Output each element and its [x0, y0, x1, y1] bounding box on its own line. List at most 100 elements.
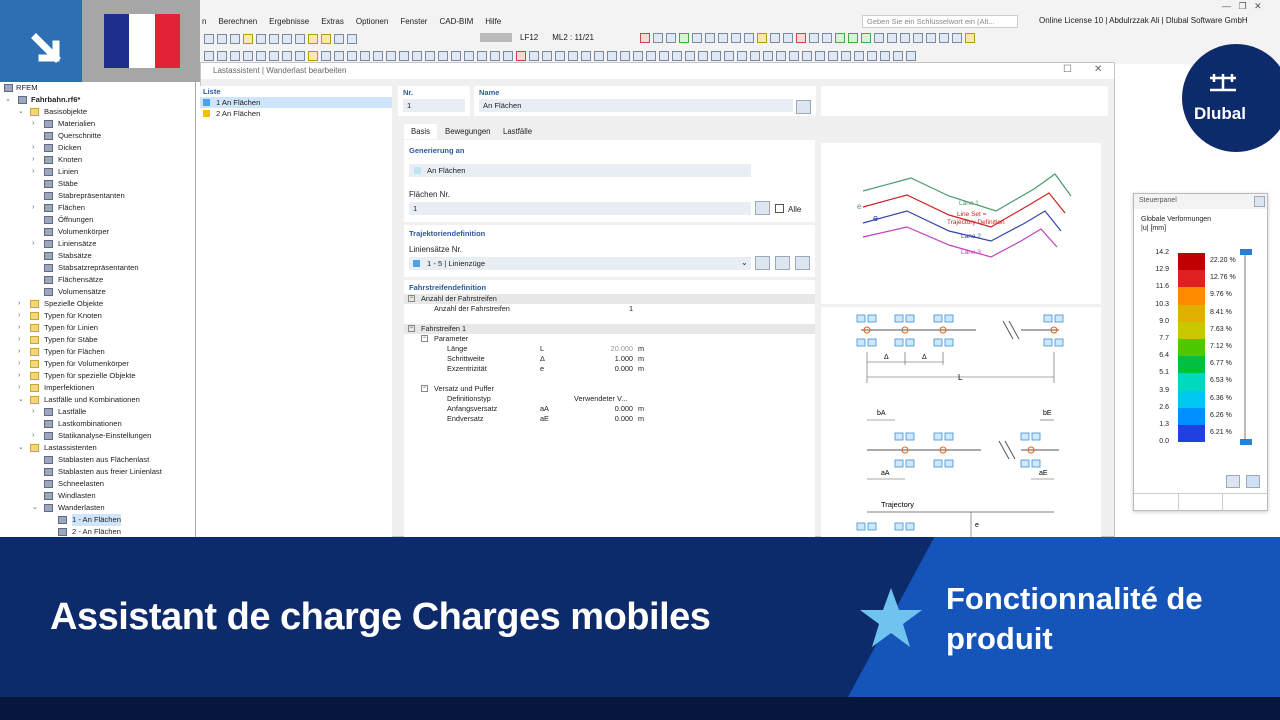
tree-item[interactable]: › Typen für Stäbe [0, 334, 195, 346]
tree-item[interactable]: Volumensätze [0, 286, 195, 298]
tool-icon[interactable] [581, 50, 591, 61]
loadcase-selector[interactable]: LF12 ML2 : 11/21 [480, 33, 594, 42]
tool-icon[interactable] [913, 33, 923, 43]
tool-icon[interactable] [737, 50, 747, 61]
tab-basis[interactable]: Basis [404, 124, 438, 139]
grid-row[interactable] [404, 374, 815, 384]
window-controls[interactable]: — ❐ ✕ [1222, 1, 1262, 12]
chevron-right-icon[interactable]: › [32, 118, 40, 130]
chevron-right-icon[interactable]: › [32, 154, 40, 166]
tool-icon[interactable] [386, 50, 396, 61]
tree-item[interactable]: Stablasten aus freier Linienlast [0, 466, 195, 478]
chevron-right-icon[interactable]: › [32, 202, 40, 214]
tree-item[interactable]: › Knoten [0, 154, 195, 166]
chevron-right-icon[interactable]: › [32, 406, 40, 418]
tool-icon[interactable] [347, 33, 357, 44]
tool-icon[interactable] [360, 50, 370, 61]
list-item[interactable]: 2 An Flächen [200, 108, 392, 119]
name-field[interactable]: An Flächen [479, 99, 793, 112]
tool-icon[interactable] [939, 33, 949, 43]
panel-close-button[interactable] [1254, 196, 1265, 207]
tool-icon[interactable] [711, 50, 721, 61]
tool-icon[interactable] [308, 50, 318, 61]
tool-icon[interactable] [718, 33, 728, 43]
tool-icon[interactable] [900, 33, 910, 43]
tool-icon[interactable] [731, 33, 741, 43]
grid-row-value[interactable]: 1 [629, 304, 633, 314]
tool-icon[interactable] [399, 50, 409, 61]
tool-icon[interactable] [425, 50, 435, 61]
tab-lastfaelle[interactable]: Lastfälle [496, 124, 539, 139]
tool-icon[interactable] [412, 50, 422, 61]
tool-icon[interactable] [841, 50, 851, 61]
grid-row[interactable]: Anfangsversatz aA 0.000 m [404, 404, 815, 414]
tree-item[interactable]: Querschnitte [0, 130, 195, 142]
tool-icon[interactable] [653, 33, 663, 43]
tool-icon[interactable] [334, 33, 344, 44]
tool-icon[interactable] [334, 50, 344, 61]
tab-factors[interactable] [1223, 494, 1267, 510]
chevron-right-icon[interactable]: › [18, 298, 26, 310]
grid-row[interactable]: − Parameter [404, 334, 815, 344]
pick-surfaces-button[interactable] [755, 201, 770, 215]
tree-item[interactable]: › Imperfektionen [0, 382, 195, 394]
grid-row[interactable]: Exzentrizität e 0.000 m [404, 364, 815, 374]
tree-item[interactable]: Volumenkörper [0, 226, 195, 238]
collapse-icon[interactable]: − [421, 385, 428, 392]
tool-icon[interactable] [321, 50, 331, 61]
grid-row[interactable]: − Anzahl der Fahrstreifen [404, 294, 815, 304]
tree-item[interactable]: ⌄ Basisobjekte [0, 106, 195, 118]
linesets-select[interactable]: 1 - 5 | Linienzüge [409, 257, 751, 270]
tool-icon[interactable] [646, 50, 656, 61]
tree-item[interactable]: Stabsätze [0, 250, 195, 262]
tree-model[interactable]: ⌄ Fahrbahn.rf6* [0, 94, 195, 106]
scale-slider-top[interactable] [1240, 249, 1252, 255]
tool-icon[interactable] [666, 33, 676, 43]
tool-icon[interactable] [724, 50, 734, 61]
tree-item[interactable]: ⌄ Lastassistenten [0, 442, 195, 454]
tool-icon[interactable] [633, 50, 643, 61]
menu-item[interactable]: Ergebnisse [263, 17, 315, 26]
tool-icon[interactable] [308, 33, 318, 44]
tree-item[interactable]: › Typen für Linien [0, 322, 195, 334]
grid-row[interactable]: − Fahrstreifen 1 [404, 324, 815, 334]
tool-icon[interactable] [763, 50, 773, 61]
tool-icon[interactable] [373, 50, 383, 61]
chevron-right-icon[interactable]: › [32, 238, 40, 250]
collapse-icon[interactable]: − [421, 335, 428, 342]
tool-icon[interactable] [217, 50, 227, 61]
chevron-right-icon[interactable]: › [18, 322, 26, 334]
grid-row[interactable]: Anzahl der Fahrstreifen 1 [404, 304, 815, 314]
tool-icon[interactable] [451, 50, 461, 61]
chevron-right-icon[interactable]: › [18, 334, 26, 346]
tool-icon[interactable] [822, 33, 832, 43]
tool-icon[interactable] [256, 50, 266, 61]
panel-scale-button[interactable] [1246, 475, 1260, 488]
tree-item[interactable]: › Dicken [0, 142, 195, 154]
tool-icon[interactable] [282, 50, 292, 61]
chevron-right-icon[interactable]: › [18, 346, 26, 358]
scale-slider-bottom[interactable] [1240, 439, 1252, 445]
tree-item[interactable]: › Spezielle Objekte [0, 298, 195, 310]
tree-item[interactable]: › Typen für Knoten [0, 310, 195, 322]
keyword-search-input[interactable]: Geben Sie ein Schlüsselwort ein (Alt... [862, 15, 1018, 28]
tree-item[interactable]: › Typen für spezielle Objekte [0, 370, 195, 382]
chevron-down-icon[interactable]: ⌄ [18, 442, 26, 454]
menu-item[interactable]: Berechnen [212, 17, 263, 26]
chevron-right-icon[interactable]: › [32, 430, 40, 442]
tab-legend[interactable] [1134, 494, 1179, 510]
tool-icon[interactable] [269, 33, 279, 44]
tool-icon[interactable] [685, 50, 695, 61]
tool-icon[interactable] [672, 50, 682, 61]
tree-item[interactable]: › Linien [0, 166, 195, 178]
chevron-right-icon[interactable]: › [18, 382, 26, 394]
tool-icon[interactable] [490, 50, 500, 61]
tool-icon[interactable] [757, 33, 767, 43]
edit-name-button[interactable] [796, 100, 811, 114]
menu-item[interactable]: Hilfe [479, 17, 507, 26]
tool-icon[interactable] [640, 33, 650, 43]
all-checkbox[interactable] [775, 204, 784, 213]
tool-icon[interactable] [867, 50, 877, 61]
tool-icon[interactable] [952, 33, 962, 43]
grid-row-value[interactable]: 0.000 [615, 364, 633, 374]
